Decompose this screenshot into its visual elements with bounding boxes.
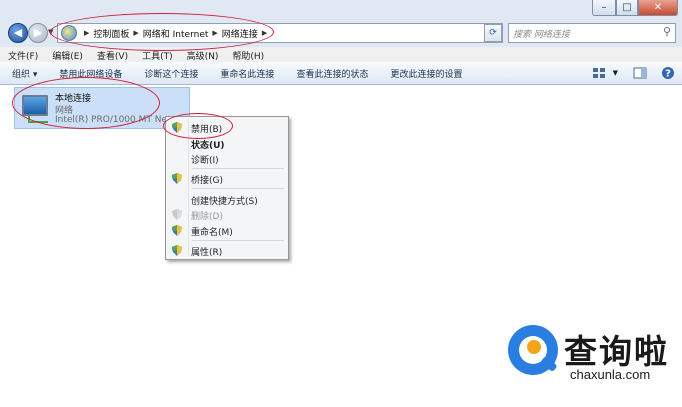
window-controls: – □ ✕ <box>592 0 678 16</box>
annotation-circle-address <box>50 13 274 51</box>
forward-button[interactable]: ▶ <box>28 23 48 43</box>
menu-separator <box>192 168 284 169</box>
preview-pane-icon[interactable] <box>633 67 647 79</box>
menu-separator <box>192 240 284 241</box>
refresh-button[interactable]: ⟳ <box>484 24 502 42</box>
view-status-button[interactable]: 查看此连接的状态 <box>284 67 378 80</box>
search-box[interactable]: 搜索 网络连接 ⚲ <box>508 23 676 43</box>
menu-item-label: 属性(R) <box>191 248 223 258</box>
menu-item-delete: 删除(D) <box>167 206 285 222</box>
menu-item-diagnose[interactable]: 诊断(I) <box>167 150 285 166</box>
annotation-circle-disable <box>163 113 233 139</box>
search-placeholder: 搜索 网络连接 <box>513 30 570 40</box>
svg-text:?: ? <box>665 69 671 80</box>
maximize-button[interactable]: □ <box>616 0 638 16</box>
watermark-text-cn: 查询啦 <box>564 332 669 371</box>
menu-item-properties[interactable]: 属性(R) <box>167 242 285 258</box>
menu-help[interactable]: 帮助(H) <box>224 47 270 62</box>
menu-separator <box>192 188 284 189</box>
network-connections-window: – □ ✕ ◀ ▶ ▼ ▶ 控制面板 ▶ 网络和 Internet ▶ 网络连接… <box>0 0 682 407</box>
view-controls: ▼ ? <box>585 62 682 84</box>
back-button[interactable]: ◀ <box>8 23 28 43</box>
menu-item-label: 诊断(I) <box>191 156 219 166</box>
menu-item-label: 重命名(M) <box>191 228 233 238</box>
view-options-icon[interactable] <box>592 67 606 79</box>
diagnose-connection-button[interactable]: 诊断这个连接 <box>132 67 208 80</box>
view-dropdown-icon[interactable]: ▼ <box>613 69 618 77</box>
menu-item-label: 删除(D) <box>191 212 223 222</box>
menu-item-create-shortcut[interactable]: 创建快捷方式(S) <box>167 191 285 207</box>
close-button[interactable]: ✕ <box>638 0 678 16</box>
menu-file[interactable]: 文件(F) <box>0 47 44 62</box>
minimize-button[interactable]: – <box>592 0 616 16</box>
menu-item-bridge[interactable]: 桥接(G) <box>167 170 285 186</box>
uac-shield-icon <box>172 225 182 236</box>
organize-button[interactable]: 组织 ▾ <box>0 67 47 80</box>
uac-shield-icon <box>172 245 182 256</box>
annotation-circle-connection <box>12 77 160 129</box>
logo-q-icon <box>508 325 558 375</box>
watermark-text-en: chaxunla.com <box>570 367 651 382</box>
rename-connection-button[interactable]: 重命名此连接 <box>208 67 284 80</box>
menu-edit[interactable]: 编辑(E) <box>44 47 89 62</box>
menu-item-rename[interactable]: 重命名(M) <box>167 222 285 238</box>
change-settings-button[interactable]: 更改此连接的设置 <box>378 67 472 80</box>
menu-item-label: 桥接(G) <box>191 176 223 186</box>
uac-shield-icon <box>172 209 182 220</box>
watermark-logo: 查询啦 chaxunla.com <box>508 325 673 387</box>
search-icon[interactable]: ⚲ <box>663 25 671 38</box>
menu-bar: 文件(F) 编辑(E) 查看(V) 工具(T) 高级(N) 帮助(H) <box>0 47 682 63</box>
uac-shield-icon <box>172 173 182 184</box>
help-icon[interactable]: ? <box>661 66 675 80</box>
